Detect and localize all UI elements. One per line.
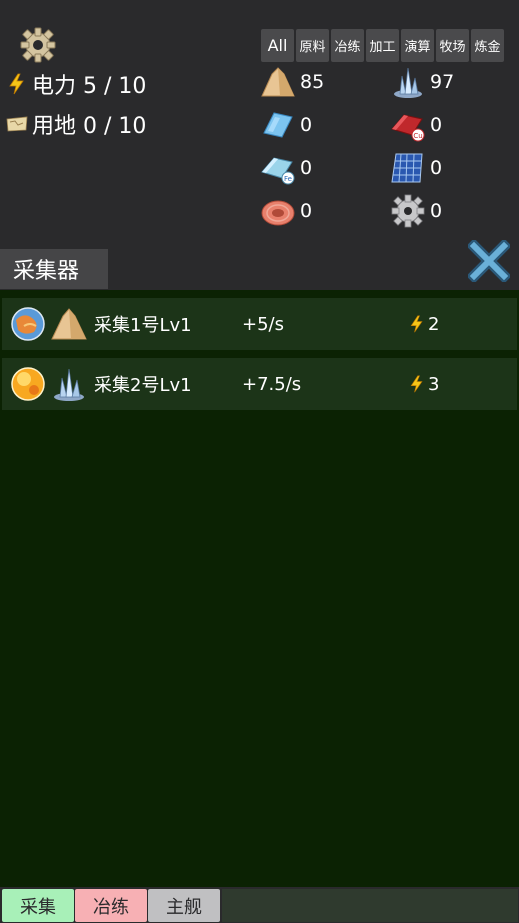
resource-sand: 85 <box>260 64 324 100</box>
sun-planet-icon <box>11 367 45 401</box>
resource-value: 0 <box>430 200 443 222</box>
land-stat: 用地 0 / 10 <box>6 108 146 140</box>
copper-coil-icon <box>261 200 295 226</box>
collector-row[interactable]: 采集2号Lv1 +7.5/s 3 <box>2 358 517 410</box>
iron-ingot-icon: Fe <box>261 157 295 185</box>
resource-value: 0 <box>430 114 443 136</box>
earth-planet-icon <box>11 307 45 341</box>
lightning-icon <box>410 315 423 333</box>
collector-rate: +7.5/s <box>242 373 302 395</box>
glass-plate-icon <box>263 112 293 138</box>
crystal-icon <box>54 368 84 401</box>
settings-gear-icon[interactable] <box>20 27 56 63</box>
collector-name: 采集2号Lv1 <box>94 375 192 396</box>
copper-ingot-icon: Cu <box>391 114 425 142</box>
collector-power: 3 <box>408 374 439 395</box>
panel-title: 采集器 <box>13 259 80 284</box>
resource-gear: 0 <box>390 193 442 229</box>
resource-value: 0 <box>300 114 313 136</box>
close-icon[interactable] <box>468 240 510 282</box>
collector-row[interactable]: 采集1号Lv1 +5/s 2 <box>2 298 517 350</box>
resource-glass: 0 <box>260 107 312 143</box>
filter-bar: All 原料 冶练 加工 演算 牧场 炼金 <box>261 29 504 62</box>
power-label: 电力 5 / 10 <box>32 74 147 99</box>
bottom-tab-bar: 采集 冶练 主舰 <box>0 887 519 923</box>
power-stat: 电力 5 / 10 <box>6 68 146 100</box>
sand-pile-icon <box>261 67 295 97</box>
collector-list: 采集1号Lv1 +5/s 2 采集2号Lv1 +7.5/s 3 <box>0 290 519 887</box>
panel-title-tab: 采集器 <box>0 249 108 289</box>
svg-text:Fe: Fe <box>284 175 292 183</box>
resource-value: 0 <box>300 157 313 179</box>
resource-value: 97 <box>430 71 455 93</box>
svg-text:Cu: Cu <box>413 132 422 140</box>
resource-header: 电力 5 / 10 用地 0 / 10 All 原料 冶练 加工 演算 牧场 炼… <box>0 0 519 290</box>
lightning-icon <box>410 375 423 393</box>
resource-value: 0 <box>300 200 313 222</box>
tab-collect[interactable]: 采集 <box>2 889 74 922</box>
lightning-icon <box>9 73 24 95</box>
collector-power: 2 <box>408 314 439 335</box>
resource-iron: Fe 0 <box>260 150 312 186</box>
filter-all[interactable]: All <box>261 29 294 62</box>
solar-panel-icon <box>391 153 423 183</box>
collector-power-value: 2 <box>428 313 440 335</box>
tab-bar-filler <box>222 889 518 922</box>
resource-value: 0 <box>430 157 443 179</box>
resource-crystal: 97 <box>390 64 454 100</box>
filter-compute[interactable]: 演算 <box>401 29 434 62</box>
collector-name: 采集1号Lv1 <box>94 315 192 336</box>
resource-copper: Cu 0 <box>390 107 442 143</box>
collector-rate: +5/s <box>242 313 284 335</box>
filter-process[interactable]: 加工 <box>366 29 399 62</box>
collector-power-value: 3 <box>428 373 440 395</box>
filter-raw[interactable]: 原料 <box>296 29 329 62</box>
tab-smelt[interactable]: 冶练 <box>75 889 147 922</box>
filter-ranch[interactable]: 牧场 <box>436 29 469 62</box>
land-label: 用地 0 / 10 <box>32 114 147 139</box>
resource-solar: 0 <box>390 150 442 186</box>
filter-alchemy[interactable]: 炼金 <box>471 29 504 62</box>
map-icon <box>6 116 28 132</box>
crystal-icon <box>394 67 422 98</box>
sand-pile-icon <box>51 308 87 340</box>
filter-smelt[interactable]: 冶练 <box>331 29 364 62</box>
resource-coil: 0 <box>260 193 312 229</box>
tab-mothership[interactable]: 主舰 <box>148 889 220 922</box>
gear-icon <box>391 194 425 228</box>
resource-value: 85 <box>300 71 325 93</box>
